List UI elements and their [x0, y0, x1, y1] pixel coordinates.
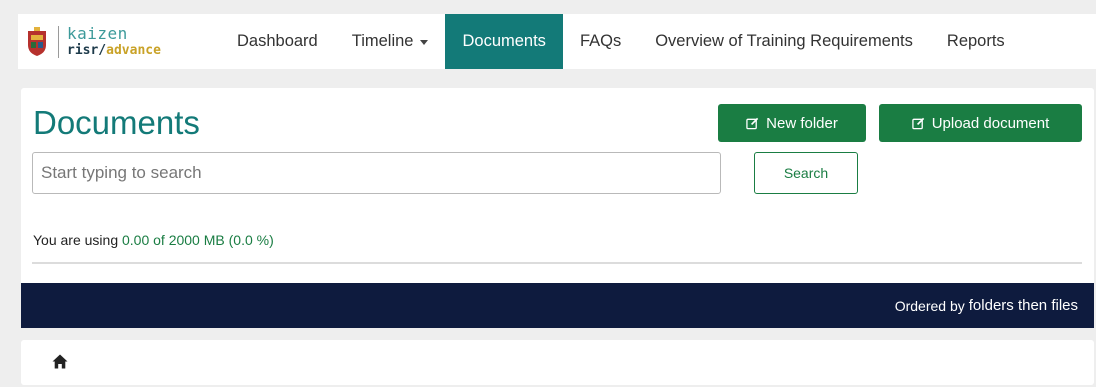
brand-wordmark: kaizen risr/advance [67, 24, 161, 58]
page-title: Documents [33, 104, 200, 141]
nav-item-faqs[interactable]: FAQs [563, 14, 638, 69]
brand-divider [58, 25, 59, 58]
new-folder-label: New folder [766, 114, 838, 132]
nav-item-timeline[interactable]: Timeline [335, 14, 446, 69]
search-input[interactable] [32, 152, 721, 194]
usage-prefix: You are using [33, 232, 119, 248]
ordering-bar: Ordered by folders then files [21, 283, 1094, 328]
new-folder-button[interactable]: New folder [718, 104, 866, 142]
top-navbar: kaizen risr/advance Dashboard Timeline D… [18, 14, 1096, 69]
breadcrumb [21, 340, 1094, 385]
nav-item-label: Timeline [351, 32, 414, 50]
home-icon[interactable] [52, 354, 68, 369]
caret-down-icon [420, 40, 429, 45]
nav-item-label: Reports [946, 32, 1005, 50]
crest-icon [28, 26, 46, 56]
nav-item-reports[interactable]: Reports [930, 14, 1022, 69]
nav-item-dashboard[interactable]: Dashboard [220, 14, 335, 69]
brand-risr: risr/ [67, 43, 107, 58]
edit-icon [746, 117, 759, 129]
documents-panel: Documents New folder Upload document Sea… [21, 88, 1094, 328]
nav-item-label: Overview of Training Requirements [655, 32, 913, 50]
brand-line-2: risr/advance [67, 44, 161, 57]
nav-item-label: FAQs [579, 32, 622, 50]
nav-menu: Dashboard Timeline Documents FAQs Overvi… [220, 14, 1022, 69]
upload-document-label: Upload document [931, 114, 1050, 132]
divider [32, 262, 1082, 264]
upload-document-button[interactable]: Upload document [879, 104, 1082, 142]
brand-logo[interactable]: kaizen risr/advance [18, 14, 220, 69]
nav-item-label: Documents [462, 32, 546, 50]
brand-advance: advance [106, 43, 161, 58]
usage-value: 0.00 of 2000 MB (0.0 %) [122, 232, 274, 248]
nav-item-label: Dashboard [237, 32, 318, 50]
edit-icon [911, 117, 924, 129]
brand-line-1: kaizen [67, 24, 128, 43]
storage-usage: You are using 0.00 of 2000 MB (0.0 %) [33, 232, 274, 248]
ordering-prefix: Ordered by [894, 297, 965, 314]
nav-item-overview-training[interactable]: Overview of Training Requirements [638, 14, 930, 69]
ordering-value: folders then files [968, 297, 1078, 314]
search-button[interactable]: Search [754, 152, 858, 194]
nav-item-documents[interactable]: Documents [445, 14, 563, 69]
